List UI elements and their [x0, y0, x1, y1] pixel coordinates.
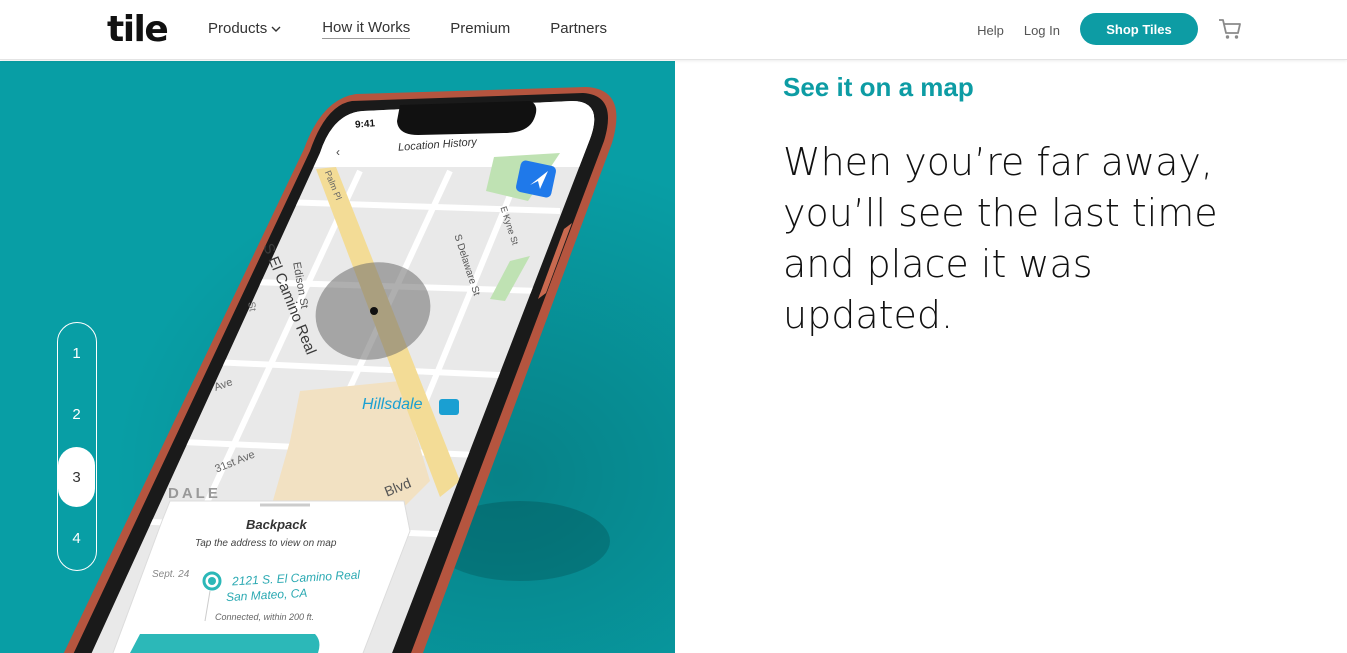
area-dale: DALE [168, 485, 221, 502]
step-4[interactable]: 4 [58, 508, 95, 568]
site-header: tile Products How it Works Premium Partn… [0, 0, 1347, 60]
main-nav: Products How it Works Premium Partners [208, 19, 647, 39]
nav-partners[interactable]: Partners [550, 20, 607, 39]
cart-icon[interactable] [1217, 16, 1243, 42]
back-icon: ‹ [336, 145, 340, 159]
card-title: Backpack [246, 517, 307, 532]
utility-nav: Help Log In Shop Tiles [977, 13, 1243, 45]
nav-how-it-works[interactable]: How it Works [322, 19, 411, 39]
step-indicator: 1 2 3 4 [57, 322, 97, 571]
step-3[interactable]: 3 [58, 447, 95, 507]
shop-tiles-button[interactable]: Shop Tiles [1080, 13, 1198, 45]
phone-notch [397, 101, 537, 135]
section-kicker: See it on a map [783, 72, 974, 102]
login-link[interactable]: Log In [1024, 23, 1060, 38]
step-2[interactable]: 2 [58, 384, 95, 444]
card-subtitle: Tap the address to view on map [195, 538, 337, 549]
hillsdale-label: Hillsdale [362, 396, 423, 413]
phone-time: 9:41 [354, 118, 376, 131]
chevron-down-icon [271, 26, 281, 32]
card-date: Sept. 24 [152, 569, 190, 580]
help-link[interactable]: Help [977, 23, 1004, 38]
step-1[interactable]: 1 [58, 323, 95, 383]
card-status: Connected, within 200 ft. [215, 612, 315, 622]
hero-panel: 9:41 Location History ‹ S El Camino Real… [0, 61, 675, 653]
nav-products-label: Products [208, 19, 268, 37]
street-st: St [245, 301, 258, 313]
nav-premium[interactable]: Premium [450, 20, 510, 39]
tile-logo[interactable]: tile [107, 10, 169, 50]
section-headline: When you’re far away, you’ll see the las… [783, 140, 1218, 337]
nav-products[interactable]: Products [208, 20, 282, 39]
